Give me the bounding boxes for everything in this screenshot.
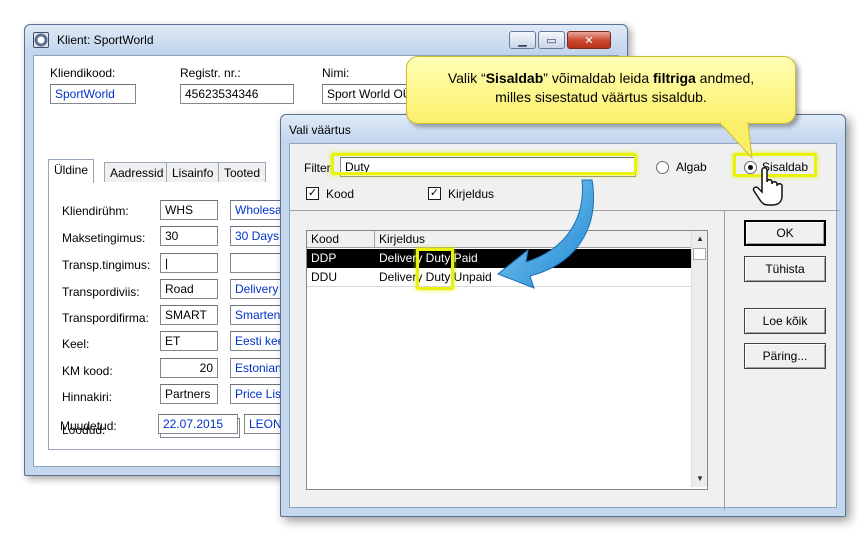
close-button[interactable]: ✕ — [567, 31, 611, 49]
query-button[interactable]: Päring... — [744, 343, 826, 369]
app-icon — [33, 32, 49, 48]
callout-text: Valik “ — [447, 70, 486, 86]
row-code: DDU — [311, 270, 337, 284]
ok-button[interactable]: OK — [744, 220, 826, 246]
tab-general[interactable]: Üldine — [48, 159, 95, 183]
callout-tooltip: Valik “Sisaldab” võimaldab leida filtrig… — [406, 56, 796, 124]
grid-scrollbar[interactable]: ▲ ▼ — [691, 231, 707, 487]
callout-bold-text: filtriga — [653, 70, 696, 86]
hand-cursor-icon — [752, 167, 783, 206]
tab-addresses[interactable]: Aadressid — [104, 162, 170, 183]
scroll-down-icon[interactable]: ▼ — [692, 471, 708, 487]
field-label: Hinnakiri: — [62, 390, 113, 404]
field-label: Transpordiviis: — [62, 285, 140, 299]
duty-highlight — [416, 248, 454, 290]
divider — [724, 210, 725, 510]
field-label: Transpordifirma: — [62, 311, 149, 325]
checkmark-icon: ✓ — [429, 187, 440, 199]
tab-products[interactable]: Tooted — [218, 162, 267, 183]
dialog-title: Vali väärtus — [289, 123, 351, 137]
column-header-code[interactable]: Kood — [307, 231, 375, 248]
maximize-icon: ▭ — [546, 34, 557, 47]
field-value[interactable]: SMART — [160, 305, 218, 325]
load-all-button[interactable]: Loe kõik — [744, 308, 826, 334]
client-window-titlebar[interactable]: Klient: SportWorld ▁ ▭ ✕ — [25, 25, 627, 55]
filter-highlight — [331, 153, 637, 175]
client-code-label: Kliendikood: — [50, 66, 116, 80]
field-value[interactable]: | — [160, 253, 218, 273]
scroll-thumb[interactable] — [693, 248, 706, 260]
starts-with-label: Algab — [676, 160, 707, 174]
field-label: Kliendirühm: — [62, 204, 129, 218]
modified-date-field: 22.07.2015 — [158, 414, 238, 434]
description-checkbox[interactable]: ✓ — [428, 187, 441, 200]
reg-number-field[interactable]: 45623534346 — [180, 84, 294, 104]
filter-label: Filter: — [304, 161, 334, 175]
field-label: Transp.tingimus: — [62, 258, 151, 272]
row-code: DDP — [311, 251, 337, 265]
field-value[interactable]: 30 — [160, 226, 218, 246]
callout-pointer — [718, 122, 753, 160]
modified-by-field: LEON — [244, 414, 284, 434]
name-label: Nimi: — [322, 66, 350, 80]
field-value[interactable]: Road — [160, 279, 218, 299]
close-icon: ✕ — [584, 34, 594, 47]
field-value[interactable]: 20 — [160, 358, 218, 378]
callout-line-1: Valik “Sisaldab” võimaldab leida filtrig… — [407, 69, 795, 88]
code-checkbox[interactable]: ✓ — [306, 187, 319, 200]
callout-text: ” võimaldab leida — [543, 70, 654, 86]
starts-with-radio[interactable] — [656, 161, 669, 174]
maximize-button[interactable]: ▭ — [538, 31, 565, 49]
field-value[interactable]: ET — [160, 331, 218, 351]
reg-number-label: Registr. nr.: — [180, 66, 241, 80]
code-checkbox-label: Kood — [326, 187, 355, 201]
modified-label: Muudetud: — [60, 419, 117, 433]
scroll-up-icon[interactable]: ▲ — [692, 231, 708, 247]
callout-text: andmed, — [695, 70, 755, 86]
field-label: KM kood: — [62, 364, 113, 378]
cancel-button[interactable]: Tühista — [744, 256, 826, 282]
minimize-icon: ▁ — [518, 34, 527, 47]
client-window-title: Klient: SportWorld — [57, 33, 154, 47]
field-label: Keel: — [62, 337, 90, 351]
description-checkbox-label: Kirjeldus — [448, 187, 495, 201]
field-value[interactable]: Partners — [160, 384, 218, 404]
checkmark-icon: ✓ — [307, 187, 318, 199]
callout-bold-text: Sisaldab — [485, 70, 544, 86]
client-code-field[interactable]: SportWorld — [50, 84, 136, 104]
arrow-icon — [497, 179, 594, 289]
field-value[interactable]: WHS — [160, 200, 218, 220]
callout-line-2: milles sisestatud väärtus sisaldub. — [495, 89, 707, 105]
minimize-button[interactable]: ▁ — [509, 31, 536, 49]
tab-extra-info[interactable]: Lisainfo — [166, 162, 220, 183]
field-label: Maksetingimus: — [62, 231, 146, 245]
